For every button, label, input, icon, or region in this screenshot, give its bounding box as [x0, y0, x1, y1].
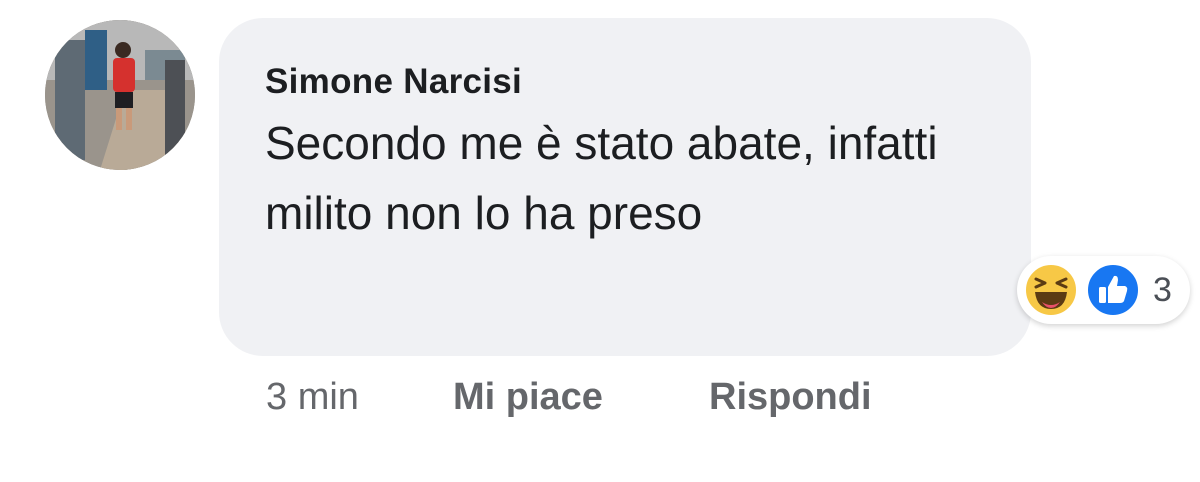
like-button[interactable]: Mi piace — [453, 372, 603, 422]
comment-author[interactable]: Simone Narcisi — [265, 62, 1011, 102]
reactions-summary[interactable]: 3 — [1017, 256, 1190, 324]
reply-button[interactable]: Rispondi — [709, 372, 872, 422]
comment-bubble: Simone Narcisi Secondo me è stato abate,… — [219, 18, 1031, 356]
like-icon — [1086, 263, 1140, 317]
avatar-photo — [45, 20, 195, 170]
reaction-count: 3 — [1153, 271, 1172, 309]
haha-icon — [1024, 263, 1078, 317]
comment-text: Secondo me è stato abate, infatti milito… — [265, 117, 938, 239]
avatar[interactable] — [45, 20, 195, 170]
comment-timestamp[interactable]: 3 min — [266, 372, 359, 422]
